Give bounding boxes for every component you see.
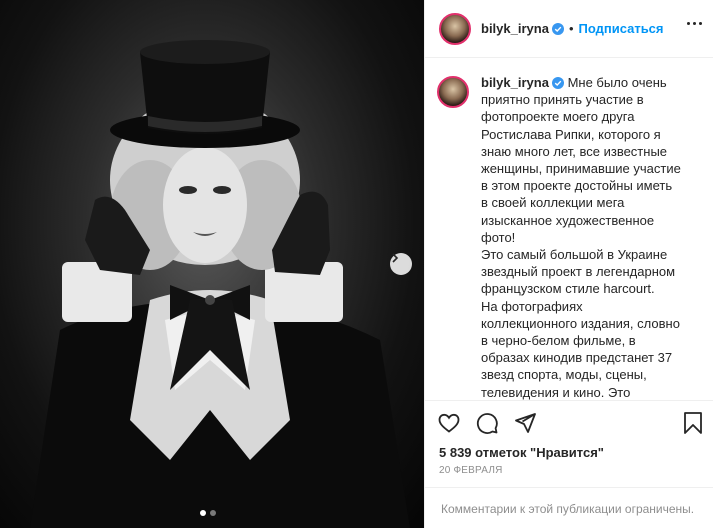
- heart-icon[interactable]: [437, 411, 461, 435]
- caption-body: Мне было очень приятно принять участие в…: [481, 75, 681, 400]
- comments-restricted-notice: Комментарии к этой публикации ограничены…: [425, 487, 713, 529]
- verified-badge-icon: [551, 22, 564, 35]
- post-photo[interactable]: [0, 0, 424, 528]
- caption-text: bilyk_iryna Мне было очень приятно приня…: [481, 74, 681, 400]
- share-icon[interactable]: [513, 411, 537, 435]
- likes-count[interactable]: 5 839 отметок "Нравится": [439, 445, 604, 460]
- action-icons: [437, 411, 537, 435]
- carousel-dot: [210, 510, 216, 516]
- carousel-indicator: [200, 510, 216, 516]
- caption-avatar[interactable]: [437, 76, 469, 108]
- chevron-right-icon: [392, 253, 399, 263]
- header-username[interactable]: bilyk_iryna: [481, 21, 549, 36]
- caption: bilyk_iryna Мне было очень приятно приня…: [425, 58, 713, 400]
- avatar[interactable]: [439, 12, 471, 45]
- post-side-panel: bilyk_iryna • Подписаться bilyk_iryna Мн…: [424, 0, 713, 528]
- verified-badge-icon: [551, 77, 564, 89]
- post-header: bilyk_iryna • Подписаться: [425, 0, 713, 58]
- post-date[interactable]: 20 ФЕВРАЛЯ: [439, 465, 503, 476]
- next-slide-button[interactable]: [390, 253, 412, 275]
- comment-icon[interactable]: [475, 411, 499, 435]
- caption-username[interactable]: bilyk_iryna: [481, 75, 549, 90]
- actions-section: 5 839 отметок "Нравится" 20 ФЕВРАЛЯ Комм…: [425, 400, 713, 528]
- follow-button[interactable]: Подписаться: [579, 21, 664, 36]
- portrait-illustration: [30, 40, 410, 528]
- more-options-icon[interactable]: [687, 22, 702, 25]
- header-separator: •: [568, 21, 574, 36]
- bookmark-icon[interactable]: [682, 411, 704, 435]
- comments-area[interactable]: bilyk_iryna Мне было очень приятно приня…: [425, 58, 713, 400]
- carousel-dot-active: [200, 510, 206, 516]
